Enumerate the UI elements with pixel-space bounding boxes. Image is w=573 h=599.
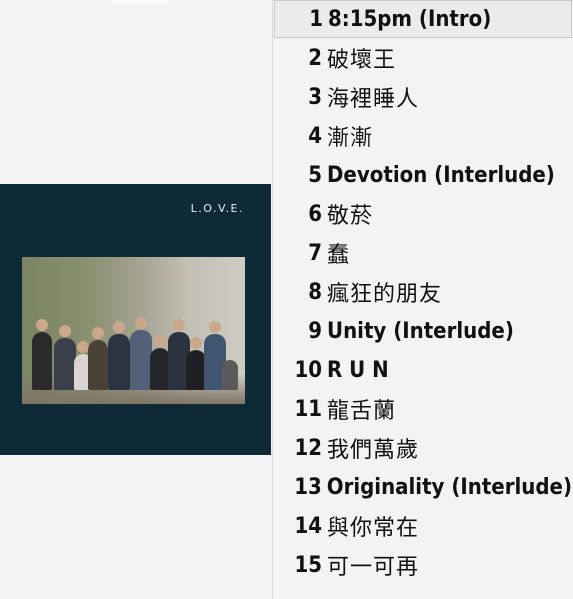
album-cover-title: L.O.V.E. — [190, 202, 244, 215]
album-cover[interactable]: L.O.V.E. — [0, 184, 271, 455]
track-number: 5 — [308, 162, 322, 188]
track-number: 12 — [294, 435, 322, 461]
track-row[interactable]: 13 Originality (Interlude) — [274, 468, 572, 506]
band-member-head — [154, 335, 166, 347]
track-number: 1 — [309, 6, 323, 32]
album-art-pane: L.O.V.E. — [0, 0, 272, 599]
track-title: 瘋狂的朋友 — [327, 282, 443, 307]
track-row[interactable]: 9 Unity (Interlude) — [274, 312, 572, 350]
track-row[interactable]: 14 與你常在 — [274, 507, 572, 545]
band-member-head — [209, 321, 221, 333]
track-row[interactable]: 4 漸漸 — [274, 117, 572, 155]
track-title: 蠢 — [327, 243, 351, 268]
track-row[interactable]: 1 8:15pm (Intro) — [274, 0, 572, 38]
track-number: 11 — [294, 396, 322, 422]
track-title: 破壞王 — [327, 48, 397, 73]
band-member-head — [113, 321, 125, 333]
band-member — [54, 338, 76, 390]
track-number: 2 — [308, 45, 322, 71]
track-title: 8:15pm (Intro) — [328, 6, 492, 32]
track-number: 10 — [294, 357, 322, 383]
track-title: 可一可再 — [327, 555, 420, 580]
band-member — [88, 340, 108, 390]
track-title: Unity (Interlude) — [327, 318, 514, 344]
band-member-head — [36, 319, 48, 331]
track-number: 14 — [294, 513, 322, 539]
track-row[interactable]: 5 Devotion (Interlude) — [274, 156, 572, 194]
track-row[interactable]: 12 我們萬歲 — [274, 429, 572, 467]
track-title: 龍舌蘭 — [327, 399, 397, 424]
track-number: 8 — [308, 279, 322, 305]
track-number: 6 — [308, 201, 322, 227]
band-member — [108, 334, 130, 390]
track-row[interactable]: 11 龍舌蘭 — [274, 390, 572, 428]
track-number: 15 — [294, 552, 322, 578]
track-title: Originality (Interlude) — [326, 474, 572, 500]
track-row[interactable]: 6 敬菸 — [274, 195, 572, 233]
track-title: 我們萬歲 — [327, 438, 420, 463]
band-member-head — [59, 325, 71, 337]
track-number: 3 — [308, 84, 322, 110]
track-title: R U N — [327, 357, 389, 383]
track-title: 敬菸 — [327, 204, 374, 229]
track-row[interactable]: 15 可一可再 — [274, 546, 572, 584]
band-member — [150, 348, 170, 390]
band-member — [186, 350, 206, 390]
track-title: 海裡睡人 — [327, 87, 420, 112]
track-row[interactable]: 7蠢 — [274, 234, 572, 272]
band-member-head — [190, 337, 202, 349]
tracklist: 1 8:15pm (Intro) 2 破壞王 3 海裡睡人 4 漸漸 5 Devotion (In… — [273, 0, 573, 599]
band-member-head — [92, 327, 104, 339]
track-row[interactable]: 3 海裡睡人 — [274, 78, 572, 116]
track-title: 與你常在 — [327, 516, 420, 541]
band-member-head — [173, 319, 185, 331]
band-member — [130, 330, 152, 390]
band-member-head — [135, 317, 147, 329]
track-number: 13 — [294, 474, 322, 500]
track-number: 4 — [308, 123, 322, 149]
track-number: 9 — [308, 318, 322, 344]
track-row[interactable]: 8 瘋狂的朋友 — [274, 273, 572, 311]
track-title: Devotion (Interlude) — [327, 162, 555, 188]
track-title: 漸漸 — [327, 126, 374, 151]
track-row[interactable]: 2 破壞王 — [274, 39, 572, 77]
band-member — [32, 332, 52, 390]
track-row[interactable]: 10 R U N — [274, 351, 572, 389]
band-member — [222, 360, 238, 390]
album-cover-photo — [22, 257, 245, 404]
top-strip — [112, 0, 168, 3]
track-number: 7 — [308, 240, 322, 266]
